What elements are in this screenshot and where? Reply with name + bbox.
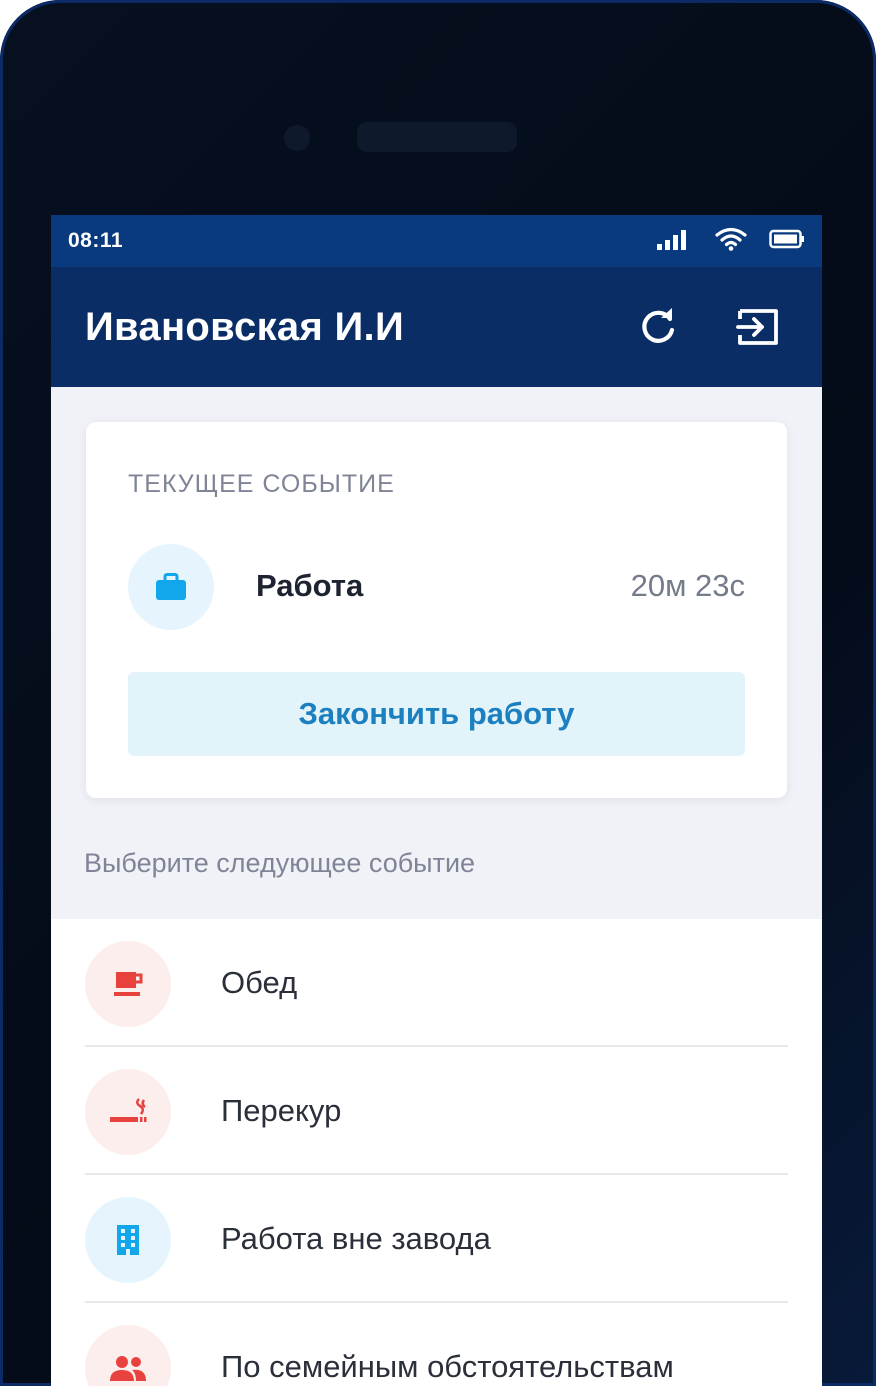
list-item-lunch[interactable]: Обед: [51, 919, 822, 1047]
building-icon: [117, 1225, 139, 1255]
list-item-label: Работа вне завода: [221, 1221, 491, 1256]
battery-icon: [769, 229, 805, 254]
wifi-icon: [715, 227, 747, 256]
current-event-duration: 20м 23с: [630, 568, 745, 603]
list-item-smoke-break[interactable]: Перекур: [51, 1047, 822, 1175]
list-item-icon-wrap: [85, 1197, 171, 1283]
phone-frame: 08:11 Ивановская И.И ТЕКУЩЕЕ СОБЫТИЕ Раб…: [0, 0, 876, 1386]
front-camera: [284, 125, 310, 151]
family-icon: [110, 1356, 146, 1381]
next-event-title: Выберите следующее событие: [84, 848, 476, 878]
smoking-icon: [110, 1098, 147, 1122]
list-item-icon-wrap: [85, 1325, 171, 1386]
list-item-label: По семейным обстоятельствам: [221, 1349, 674, 1384]
finish-work-button[interactable]: Закончить работу: [128, 672, 745, 756]
coffee-cup-icon: [114, 972, 143, 996]
current-event-name: Работа: [256, 568, 364, 603]
status-time: 08:11: [68, 229, 124, 252]
current-event-label: ТЕКУЩЕЕ СОБЫТИЕ: [128, 470, 395, 498]
status-bar: 08:11: [51, 215, 822, 267]
signal-icon: [657, 228, 693, 255]
next-event-list: Обед Перекур Работа вне завода По семейн…: [51, 919, 822, 1386]
list-item-family-reasons[interactable]: По семейным обстоятельствам: [51, 1303, 822, 1386]
briefcase-icon: [156, 573, 186, 600]
list-item-label: Перекур: [221, 1093, 342, 1128]
current-event-card: ТЕКУЩЕЕ СОБЫТИЕ Работа 20м 23с Закончить…: [86, 422, 787, 798]
list-item-icon-wrap: [85, 941, 171, 1027]
refresh-button[interactable]: [634, 303, 682, 351]
app-title: Ивановская И.И: [85, 304, 405, 349]
refresh-icon: [642, 308, 675, 343]
current-event-icon-wrap: [128, 544, 214, 630]
app-bar: Ивановская И.И: [51, 267, 822, 387]
list-item-label: Обед: [221, 965, 298, 1000]
status-icons: [657, 227, 805, 256]
app-screen: 08:11 Ивановская И.И ТЕКУЩЕЕ СОБЫТИЕ Раб…: [51, 215, 822, 1386]
logout-icon: [736, 309, 778, 345]
logout-button[interactable]: [734, 303, 782, 351]
app-bar-actions: [634, 303, 788, 351]
list-item-icon-wrap: [85, 1069, 171, 1155]
list-item-offsite-work[interactable]: Работа вне завода: [51, 1175, 822, 1303]
earpiece-speaker: [357, 122, 517, 152]
